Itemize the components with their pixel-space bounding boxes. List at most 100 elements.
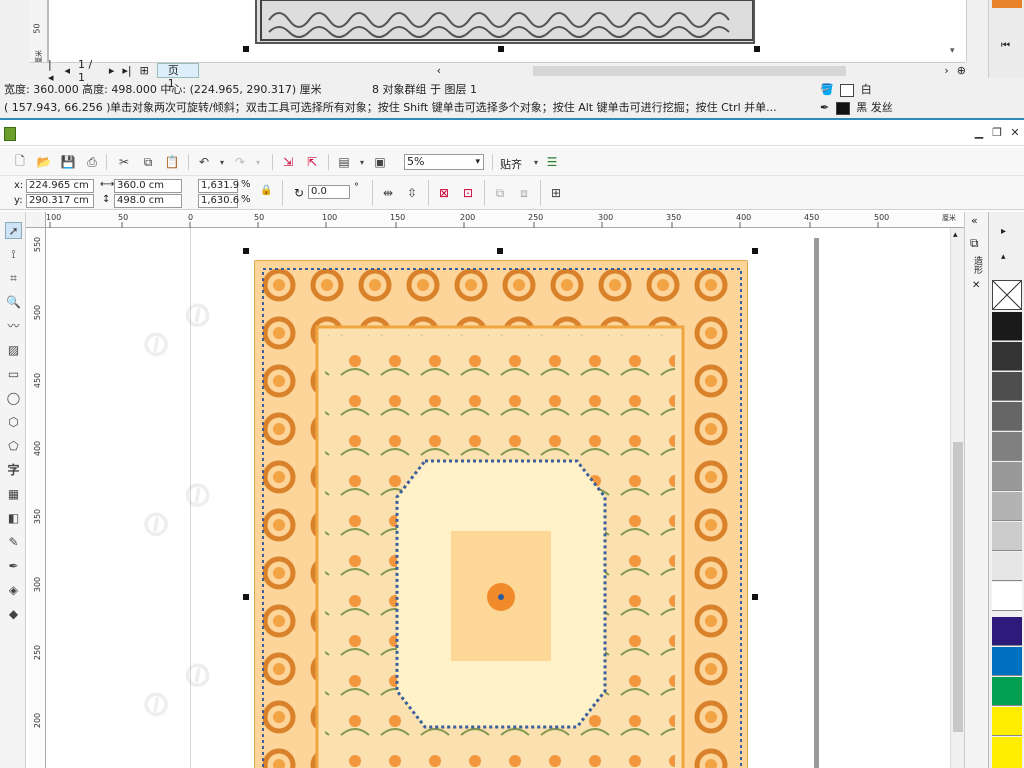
height-field[interactable]: 498.0 cm <box>114 194 182 208</box>
interactive-tool-icon[interactable]: ◧ <box>5 510 22 527</box>
vertical-scrollbar[interactable]: ▴ <box>950 228 964 768</box>
print-icon[interactable]: ⎙ <box>84 154 100 170</box>
color-swatch[interactable] <box>992 372 1022 401</box>
docker-tab-label[interactable]: 造形 <box>971 256 984 274</box>
selection-handle[interactable] <box>497 248 503 254</box>
selection-handle[interactable] <box>752 248 758 254</box>
hscroll-right-icon[interactable]: › <box>944 64 948 77</box>
ellipse-tool-icon[interactable]: ◯ <box>5 390 22 407</box>
outline-pen-icon[interactable]: ✒ <box>5 558 22 575</box>
close-icon[interactable]: ✕ <box>1008 127 1022 139</box>
smart-fill-icon[interactable]: ▨ <box>5 342 22 359</box>
polygon-tool-icon[interactable]: ⬡ <box>5 414 22 431</box>
page-tab[interactable]: 页 1 <box>156 63 199 90</box>
orange-swatch[interactable] <box>992 0 1022 8</box>
add-page-icon[interactable]: ⊞ <box>140 64 149 77</box>
undo-icon[interactable]: ↶ <box>196 154 212 170</box>
hscroll-left-icon[interactable]: ‹ <box>437 64 441 77</box>
page-last-icon[interactable]: ▸| <box>122 64 131 77</box>
color-swatch[interactable] <box>992 462 1022 491</box>
width-field[interactable]: 360.0 cm <box>114 179 182 193</box>
zoom-navigator-icon[interactable]: ⊕ <box>957 64 966 77</box>
application-launcher-icon[interactable]: ▣ <box>372 154 388 170</box>
redo-dropdown-icon[interactable]: ▾ <box>250 154 266 170</box>
palette-menu-icon[interactable]: ▸ <box>1001 226 1006 237</box>
scroll-down-icon[interactable]: ▾ <box>950 46 955 56</box>
page-prev-icon[interactable]: ◂ <box>65 64 71 77</box>
fill-tool-icon[interactable]: ◈ <box>5 582 22 599</box>
minimize-icon[interactable]: ▁ <box>972 127 986 139</box>
collapse-docker-icon[interactable]: « <box>971 214 978 227</box>
ungroup-all-icon[interactable]: ⊡ <box>460 185 476 201</box>
lock-ratio-icon[interactable]: 🔒 <box>260 185 272 196</box>
color-swatch[interactable] <box>992 582 1022 611</box>
color-swatch[interactable] <box>992 707 1022 736</box>
color-swatch[interactable] <box>992 492 1022 521</box>
rug-design-group[interactable] <box>254 260 748 768</box>
options-icon[interactable]: ☰ <box>544 154 560 170</box>
scroll-up-icon[interactable]: ▴ <box>953 230 958 240</box>
table-tool-icon[interactable]: ▦ <box>5 486 22 503</box>
ungroup-icon[interactable]: ⊠ <box>436 185 452 201</box>
scale-y-field[interactable]: 1,630.6 <box>198 194 239 208</box>
selection-handle[interactable] <box>243 46 249 52</box>
selection-handle[interactable] <box>752 594 758 600</box>
crop-tool-icon[interactable]: ⌗ <box>5 270 22 287</box>
shape-tool-icon[interactable]: ⟟ <box>5 246 22 263</box>
color-swatch[interactable] <box>992 432 1022 461</box>
basic-shapes-icon[interactable]: ⬠ <box>5 438 22 455</box>
freehand-tool-icon[interactable]: 〰 <box>5 318 22 335</box>
snap-to-menu[interactable]: 贴齐 <box>500 156 522 172</box>
eyedropper-icon[interactable]: ✎ <box>5 534 22 551</box>
selection-handle[interactable] <box>243 248 249 254</box>
break-apart-icon[interactable]: ⧈ <box>516 185 532 201</box>
align-distribute-icon[interactable]: ⊞ <box>548 185 564 201</box>
palette-scroll-up-icon[interactable]: ▴ <box>1001 252 1006 262</box>
rectangle-tool-icon[interactable]: ▭ <box>5 366 22 383</box>
color-swatch[interactable] <box>992 737 1022 768</box>
ruler-corner[interactable] <box>26 212 46 228</box>
color-swatch[interactable] <box>992 342 1022 371</box>
color-swatch[interactable] <box>992 522 1022 551</box>
selection-handle[interactable] <box>243 594 249 600</box>
drawing-canvas[interactable]: ⊘ ⊘ ⊘ ⊘ ⊘ ⊘ <box>46 228 950 768</box>
paste-icon[interactable]: 📋 <box>164 154 180 170</box>
scale-x-field[interactable]: 1,631.9 <box>198 179 239 193</box>
new-document-icon[interactable]: 🗋 <box>12 154 28 170</box>
color-swatch[interactable] <box>992 312 1022 341</box>
color-swatch[interactable] <box>992 677 1022 706</box>
mirror-vertical-icon[interactable]: ⇳ <box>404 185 420 201</box>
color-swatch[interactable] <box>992 617 1022 646</box>
y-position-field[interactable]: 290.317 cm <box>26 194 94 208</box>
redo-icon[interactable]: ↷ <box>232 154 248 170</box>
import-icon[interactable]: ⇲ <box>280 154 296 170</box>
color-swatch[interactable] <box>992 552 1022 581</box>
pick-tool-icon[interactable]: ➚ <box>5 222 22 239</box>
selection-handle[interactable] <box>754 46 760 52</box>
palette-scroll-icon[interactable]: ⏮ <box>1001 40 1010 51</box>
background-canvas[interactable] <box>48 0 966 62</box>
combine-icon[interactable]: ⧉ <box>492 185 508 201</box>
vertical-ruler[interactable]: 550 500 450 400 350 300 250 200 <box>30 228 46 768</box>
open-folder-icon[interactable]: 📂 <box>36 154 52 170</box>
color-swatch[interactable] <box>992 402 1022 431</box>
cut-icon[interactable]: ✂ <box>116 154 132 170</box>
horizontal-ruler[interactable]: 100 50 0 50 100 150 200 250 300 350 400 … <box>46 212 964 228</box>
outline-swatch[interactable] <box>835 101 850 115</box>
selection-handle[interactable] <box>498 46 504 52</box>
close-docker-icon[interactable]: ✕ <box>972 280 980 291</box>
snap-dropdown-icon[interactable]: ▾ <box>528 154 544 170</box>
text-tool-icon[interactable]: 字 <box>5 462 22 479</box>
x-position-field[interactable]: 224.965 cm <box>26 179 94 193</box>
restore-icon[interactable]: ❐ <box>990 127 1004 139</box>
rotation-angle-field[interactable]: 0.0 <box>308 185 350 199</box>
undo-dropdown-icon[interactable]: ▾ <box>214 154 230 170</box>
publish-dropdown-icon[interactable]: ▾ <box>354 154 370 170</box>
page-next-icon[interactable]: ▸ <box>109 64 115 77</box>
zoom-tool-icon[interactable]: 🔍 <box>5 294 22 311</box>
export-icon[interactable]: ⇱ <box>304 154 320 170</box>
shaping-icon[interactable]: ⧉ <box>970 236 979 251</box>
publish-pdf-icon[interactable]: ▤ <box>336 154 352 170</box>
vertical-scrollbar-top[interactable] <box>966 0 980 62</box>
mirror-horizontal-icon[interactable]: ⇹ <box>380 185 396 201</box>
